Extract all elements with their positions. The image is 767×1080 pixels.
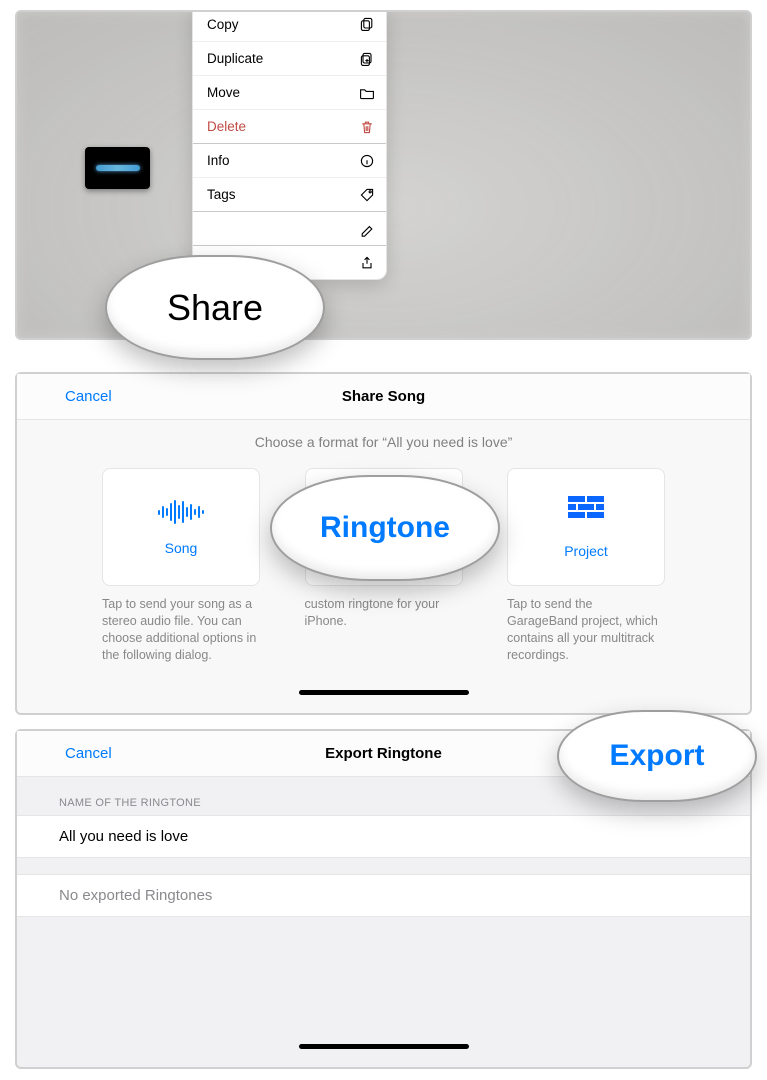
home-indicator xyxy=(299,690,469,695)
card-song[interactable]: Song xyxy=(102,468,260,586)
sheet-header: Cancel Share Song xyxy=(17,374,750,420)
menu-label: Move xyxy=(207,85,240,100)
menu-item-copy[interactable]: Copy xyxy=(193,10,386,41)
tag-icon xyxy=(358,186,376,204)
bubble-label: Ringtone xyxy=(320,511,450,545)
brick-icon xyxy=(568,496,604,529)
waveform-icon xyxy=(158,498,204,526)
trash-icon xyxy=(358,118,376,136)
card-label: Project xyxy=(564,543,608,559)
card-project[interactable]: Project xyxy=(507,468,665,586)
duplicate-icon xyxy=(358,50,376,68)
card-label: Song xyxy=(165,540,198,556)
sheet-title: Share Song xyxy=(342,388,425,405)
card-song-col: Song Tap to send your song as a stereo a… xyxy=(102,468,260,664)
project-thumbnail[interactable] xyxy=(85,147,150,189)
folder-icon xyxy=(358,84,376,102)
card-desc: Tap to send the GarageBand project, whic… xyxy=(507,596,665,664)
bubble-label: Export xyxy=(609,739,704,773)
card-desc: custom ringtone for your iPhone. xyxy=(305,596,463,630)
bubble-label: Share xyxy=(167,287,263,329)
menu-item-delete[interactable]: Delete xyxy=(193,109,386,143)
menu-item-tags[interactable]: Tags xyxy=(193,177,386,211)
cancel-button[interactable]: Cancel xyxy=(65,388,112,405)
menu-item-info[interactable]: Info xyxy=(193,143,386,177)
menu-item-rename[interactable] xyxy=(193,211,386,245)
card-desc: Tap to send your song as a stereo audio … xyxy=(102,596,260,664)
copy-icon xyxy=(358,15,376,33)
cancel-button[interactable]: Cancel xyxy=(65,745,112,762)
info-icon xyxy=(358,152,376,170)
highlight-share: Share xyxy=(105,255,325,360)
menu-label: Duplicate xyxy=(207,51,263,66)
sheet-subtitle: Choose a format for “All you need is lov… xyxy=(17,434,750,450)
menu-label: Delete xyxy=(207,119,246,134)
ringtone-name-value: All you need is love xyxy=(59,828,188,845)
menu-item-move[interactable]: Move xyxy=(193,75,386,109)
context-menu: Copy Duplicate Move Delete Info xyxy=(192,10,387,280)
home-indicator xyxy=(299,1044,469,1049)
card-project-col: Project Tap to send the GarageBand proje… xyxy=(507,468,665,664)
share-icon xyxy=(358,254,376,272)
menu-label: Info xyxy=(207,153,230,168)
ringtone-name-field[interactable]: All you need is love xyxy=(17,815,750,858)
menu-item-duplicate[interactable]: Duplicate xyxy=(193,41,386,75)
empty-state: No exported Ringtones xyxy=(17,874,750,917)
highlight-ringtone: Ringtone xyxy=(270,475,500,581)
pencil-icon xyxy=(358,220,376,238)
menu-label: Copy xyxy=(207,17,239,32)
highlight-export: Export xyxy=(557,710,757,802)
menu-label: Tags xyxy=(207,187,236,202)
sheet-title: Export Ringtone xyxy=(325,745,442,762)
